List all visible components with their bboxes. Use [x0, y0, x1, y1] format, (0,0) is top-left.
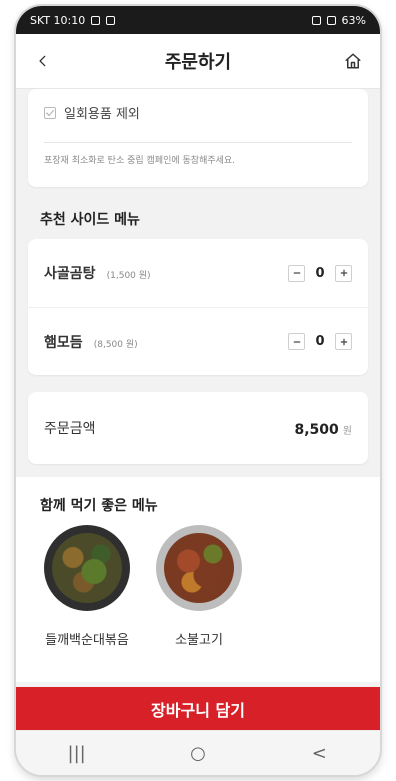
quantity-stepper: 0 [288, 264, 352, 282]
phone-frame: SKT 10:10 63% 주문하기 일회용품 제외 포장재 최소화로 탄소 중… [16, 6, 380, 775]
pairing-item-label: 소불고기 [175, 633, 223, 648]
side-menu-item-price: (8,500 원) [93, 339, 138, 350]
food-image-inner [52, 533, 122, 603]
system-back-button[interactable]: < [299, 743, 339, 764]
side-menu-item: 사골곰탕 (1,500 원) 0 [28, 239, 368, 307]
increase-button[interactable] [335, 333, 352, 350]
exclude-note: 포장재 최소화로 탄소 중립 캠페인에 동참해주세요. [44, 156, 236, 166]
system-home-button[interactable]: ○ [178, 743, 218, 764]
status-bar: SKT 10:10 63% [16, 6, 380, 34]
side-menu-item-text: 햄모듬 (8,500 원) [44, 332, 138, 352]
total-label: 주문금액 [44, 421, 96, 437]
home-button[interactable] [326, 34, 380, 88]
side-menu-item: 햄모듬 (8,500 원) 0 [28, 307, 368, 375]
recent-apps-button[interactable]: ||| [57, 743, 97, 764]
pairing-image [44, 525, 130, 611]
total-card: 주문금액 8,500 원 [28, 392, 368, 464]
side-menu-item-name: 햄모듬 [44, 334, 83, 351]
plus-icon [340, 338, 347, 345]
message-icon [91, 15, 101, 25]
decrease-button[interactable] [288, 264, 305, 282]
back-chevron-icon [39, 55, 46, 67]
page-title: 주문하기 [164, 52, 232, 73]
divider [44, 142, 352, 143]
minus-icon [293, 272, 300, 274]
device: SKT 10:10 63% 주문하기 일회용품 제외 포장재 최소화로 탄소 중… [0, 0, 396, 781]
plus-icon [340, 269, 347, 277]
pairing-image [156, 525, 242, 611]
exclude-card: 일회용품 제외 포장재 최소화로 탄소 중립 캠페인에 동참해주세요. [28, 89, 368, 187]
total-amount: 8,500 원 [295, 419, 353, 438]
pairing-section: 함께 먹기 좋은 메뉴 들깨백순대볶음 소불고기 [16, 477, 380, 682]
home-icon [345, 53, 361, 69]
exclude-label: 일회용품 제외 [64, 107, 140, 122]
increase-button[interactable] [335, 264, 352, 282]
total-value: 8,500 [294, 421, 339, 438]
side-menu-item-price: (1,500 원) [106, 271, 151, 281]
exclude-row[interactable]: 일회용품 제외 [28, 89, 368, 122]
side-menu-item-name: 사골곰탕 [44, 266, 96, 282]
android-navbar: ||| ○ < [16, 730, 380, 775]
alarm-icon [311, 15, 321, 25]
side-menu-item-text: 사골곰탕 (1,500 원) [44, 263, 151, 283]
quantity-stepper: 0 [288, 333, 352, 350]
status-right: 63% [311, 13, 366, 27]
pairing-item-label: 들깨백순대볶음 [45, 633, 129, 648]
notification-icon [106, 15, 116, 25]
wifi-icon [326, 15, 336, 25]
quantity-value: 0 [315, 265, 325, 281]
minus-icon [293, 340, 300, 343]
pairing-item[interactable]: 소불고기 [144, 525, 254, 648]
pairing-item[interactable]: 들깨백순대볶음 [32, 525, 142, 648]
food-image-inner [164, 533, 234, 603]
exclude-checkbox[interactable] [44, 106, 56, 119]
quantity-value: 0 [315, 334, 325, 349]
battery-percentage: 63% [341, 13, 366, 27]
side-menu-card: 사골곰탕 (1,500 원) 0 햄모듬 (8,500 원) 0 [28, 239, 368, 375]
check-icon [46, 109, 54, 116]
status-left: SKT 10:10 [30, 13, 116, 27]
add-to-cart-button[interactable]: 장바구니 담기 [16, 687, 380, 731]
content-scroll[interactable]: 일회용품 제외 포장재 최소화로 탄소 중립 캠페인에 동참해주세요. 추천 사… [16, 89, 380, 687]
decrease-button[interactable] [288, 333, 305, 350]
total-unit: 원 [342, 425, 352, 437]
status-carrier-time: SKT 10:10 [30, 13, 86, 27]
pairing-title: 함께 먹기 좋은 메뉴 [40, 498, 158, 514]
side-menu-title: 추천 사이드 메뉴 [40, 212, 140, 228]
app-header: 주문하기 [16, 34, 380, 89]
back-button[interactable] [16, 34, 70, 88]
